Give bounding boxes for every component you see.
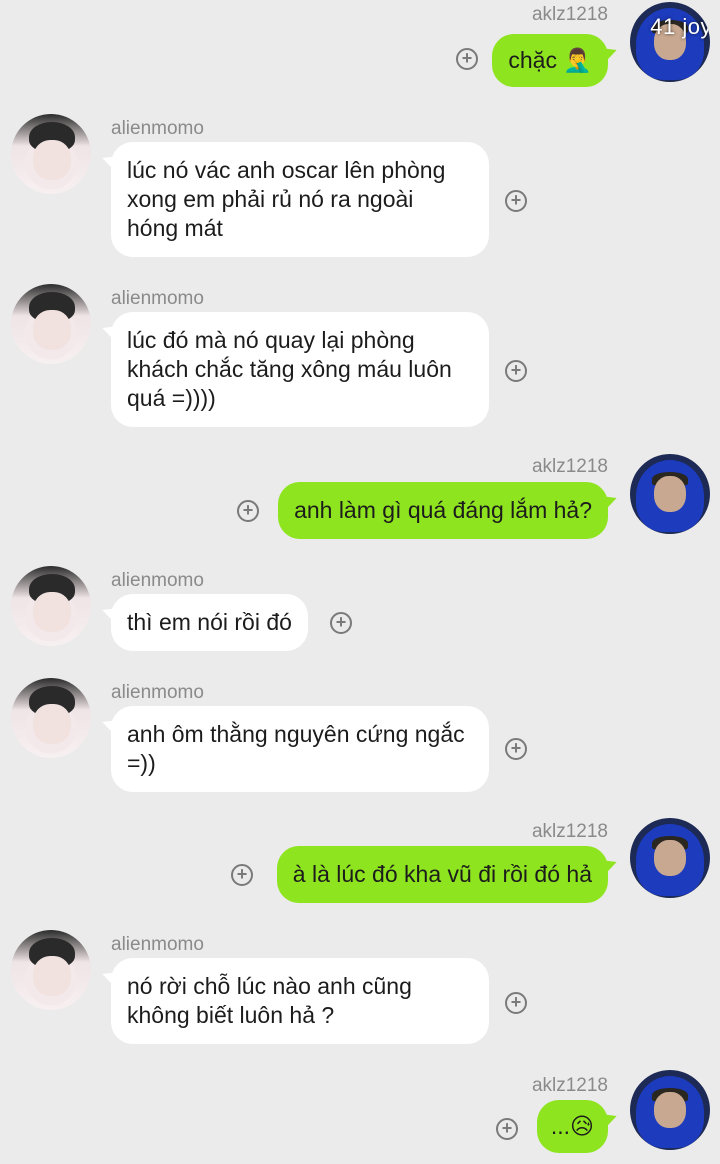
- message-text-line: quá =)))): [127, 385, 216, 411]
- sender-name: aklz1218: [531, 456, 608, 477]
- alienmomo-avatar[interactable]: [11, 284, 91, 364]
- alienmomo-avatar[interactable]: [11, 566, 91, 646]
- message-row: aklz1218 à là lúc đó kha vũ đi rồi đó hả…: [0, 814, 720, 914]
- aklz1218-avatar[interactable]: [630, 818, 710, 898]
- message-row: alienmomo nó rời chỗ lúc nào anh cũng kh…: [0, 926, 720, 1056]
- add-reaction-icon[interactable]: +: [505, 190, 527, 212]
- message-bubble[interactable]: à là lúc đó kha vũ đi rồi đó hả: [276, 846, 608, 903]
- message-text-line: =)): [127, 750, 156, 776]
- sender-name: alienmomo: [111, 682, 204, 703]
- alienmomo-avatar[interactable]: [11, 930, 91, 1010]
- message-text-line: khách chắc tăng xông máu luôn: [127, 356, 452, 382]
- message-text-line: hóng mát: [127, 215, 223, 241]
- message-text: à là lúc đó kha vũ đi rồi đó hả: [292, 861, 592, 887]
- message-text-line: không biết luôn hả ?: [127, 1002, 335, 1028]
- add-reaction-icon[interactable]: +: [496, 1118, 518, 1140]
- sender-name: aklz1218: [531, 1075, 608, 1096]
- message-bubble[interactable]: nó rời chỗ lúc nào anh cũng không biết l…: [111, 958, 489, 1044]
- chat-thread: 41 joy aklz1218 chặc 🤦‍♂️ + alienmomo lú…: [0, 0, 720, 1164]
- alienmomo-avatar[interactable]: [11, 678, 91, 758]
- add-reaction-icon[interactable]: +: [505, 738, 527, 760]
- alienmomo-avatar[interactable]: [11, 114, 91, 194]
- message-row: 41 joy aklz1218 chặc 🤦‍♂️ +: [0, 0, 720, 92]
- message-text-line: xong em phải rủ nó ra ngoài: [127, 186, 414, 212]
- message-text-line: lúc đó mà nó quay lại phòng: [127, 327, 415, 353]
- message-row: alienmomo anh ôm thằng nguyên cứng ngắc …: [0, 674, 720, 804]
- aklz1218-avatar[interactable]: [630, 454, 710, 534]
- message-text-line: lúc nó vác anh oscar lên phòng: [127, 157, 446, 183]
- sender-name: aklz1218: [531, 821, 608, 842]
- message-row: aklz1218 anh làm gì quá đáng lắm hả? +: [0, 450, 720, 550]
- aklz1218-avatar[interactable]: 41 joy: [630, 2, 710, 82]
- add-reaction-icon[interactable]: +: [231, 864, 253, 886]
- add-reaction-icon[interactable]: +: [456, 48, 478, 70]
- message-bubble[interactable]: lúc nó vác anh oscar lên phòng xong em p…: [111, 142, 489, 257]
- aklz1218-avatar[interactable]: [630, 1070, 710, 1150]
- message-text: chặc 🤦‍♂️: [508, 47, 592, 73]
- message-row: alienmomo lúc nó vác anh oscar lên phòng…: [0, 110, 720, 270]
- message-text: anh làm gì quá đáng lắm hả?: [294, 497, 592, 523]
- message-row: aklz1218 ...😥 +: [0, 1066, 720, 1164]
- add-reaction-icon[interactable]: +: [505, 992, 527, 1014]
- message-text: ...😥: [550, 1113, 594, 1139]
- avatar-overlay-text: 41 joy: [650, 14, 710, 39]
- message-bubble[interactable]: anh làm gì quá đáng lắm hả?: [278, 482, 608, 539]
- message-bubble[interactable]: chặc 🤦‍♂️: [492, 34, 608, 87]
- message-row: alienmomo lúc đó mà nó quay lại phòng kh…: [0, 280, 720, 440]
- add-reaction-icon[interactable]: +: [330, 612, 352, 634]
- sender-name: aklz1218: [531, 4, 608, 25]
- message-text-line: anh ôm thằng nguyên cứng ngắc: [127, 721, 465, 747]
- message-text-line: nó rời chỗ lúc nào anh cũng: [127, 973, 412, 999]
- sender-name: alienmomo: [111, 570, 204, 591]
- message-bubble[interactable]: anh ôm thằng nguyên cứng ngắc =)): [111, 706, 489, 792]
- add-reaction-icon[interactable]: +: [237, 500, 259, 522]
- message-bubble[interactable]: ...😥: [536, 1100, 608, 1153]
- sender-name: alienmomo: [111, 934, 204, 955]
- sender-name: alienmomo: [111, 288, 204, 309]
- message-text: thì em nói rồi đó: [127, 609, 292, 635]
- message-bubble[interactable]: lúc đó mà nó quay lại phòng khách chắc t…: [111, 312, 489, 427]
- message-row: alienmomo thì em nói rồi đó +: [0, 562, 720, 662]
- message-bubble[interactable]: thì em nói rồi đó: [111, 594, 308, 651]
- sender-name: alienmomo: [111, 118, 204, 139]
- add-reaction-icon[interactable]: +: [505, 360, 527, 382]
